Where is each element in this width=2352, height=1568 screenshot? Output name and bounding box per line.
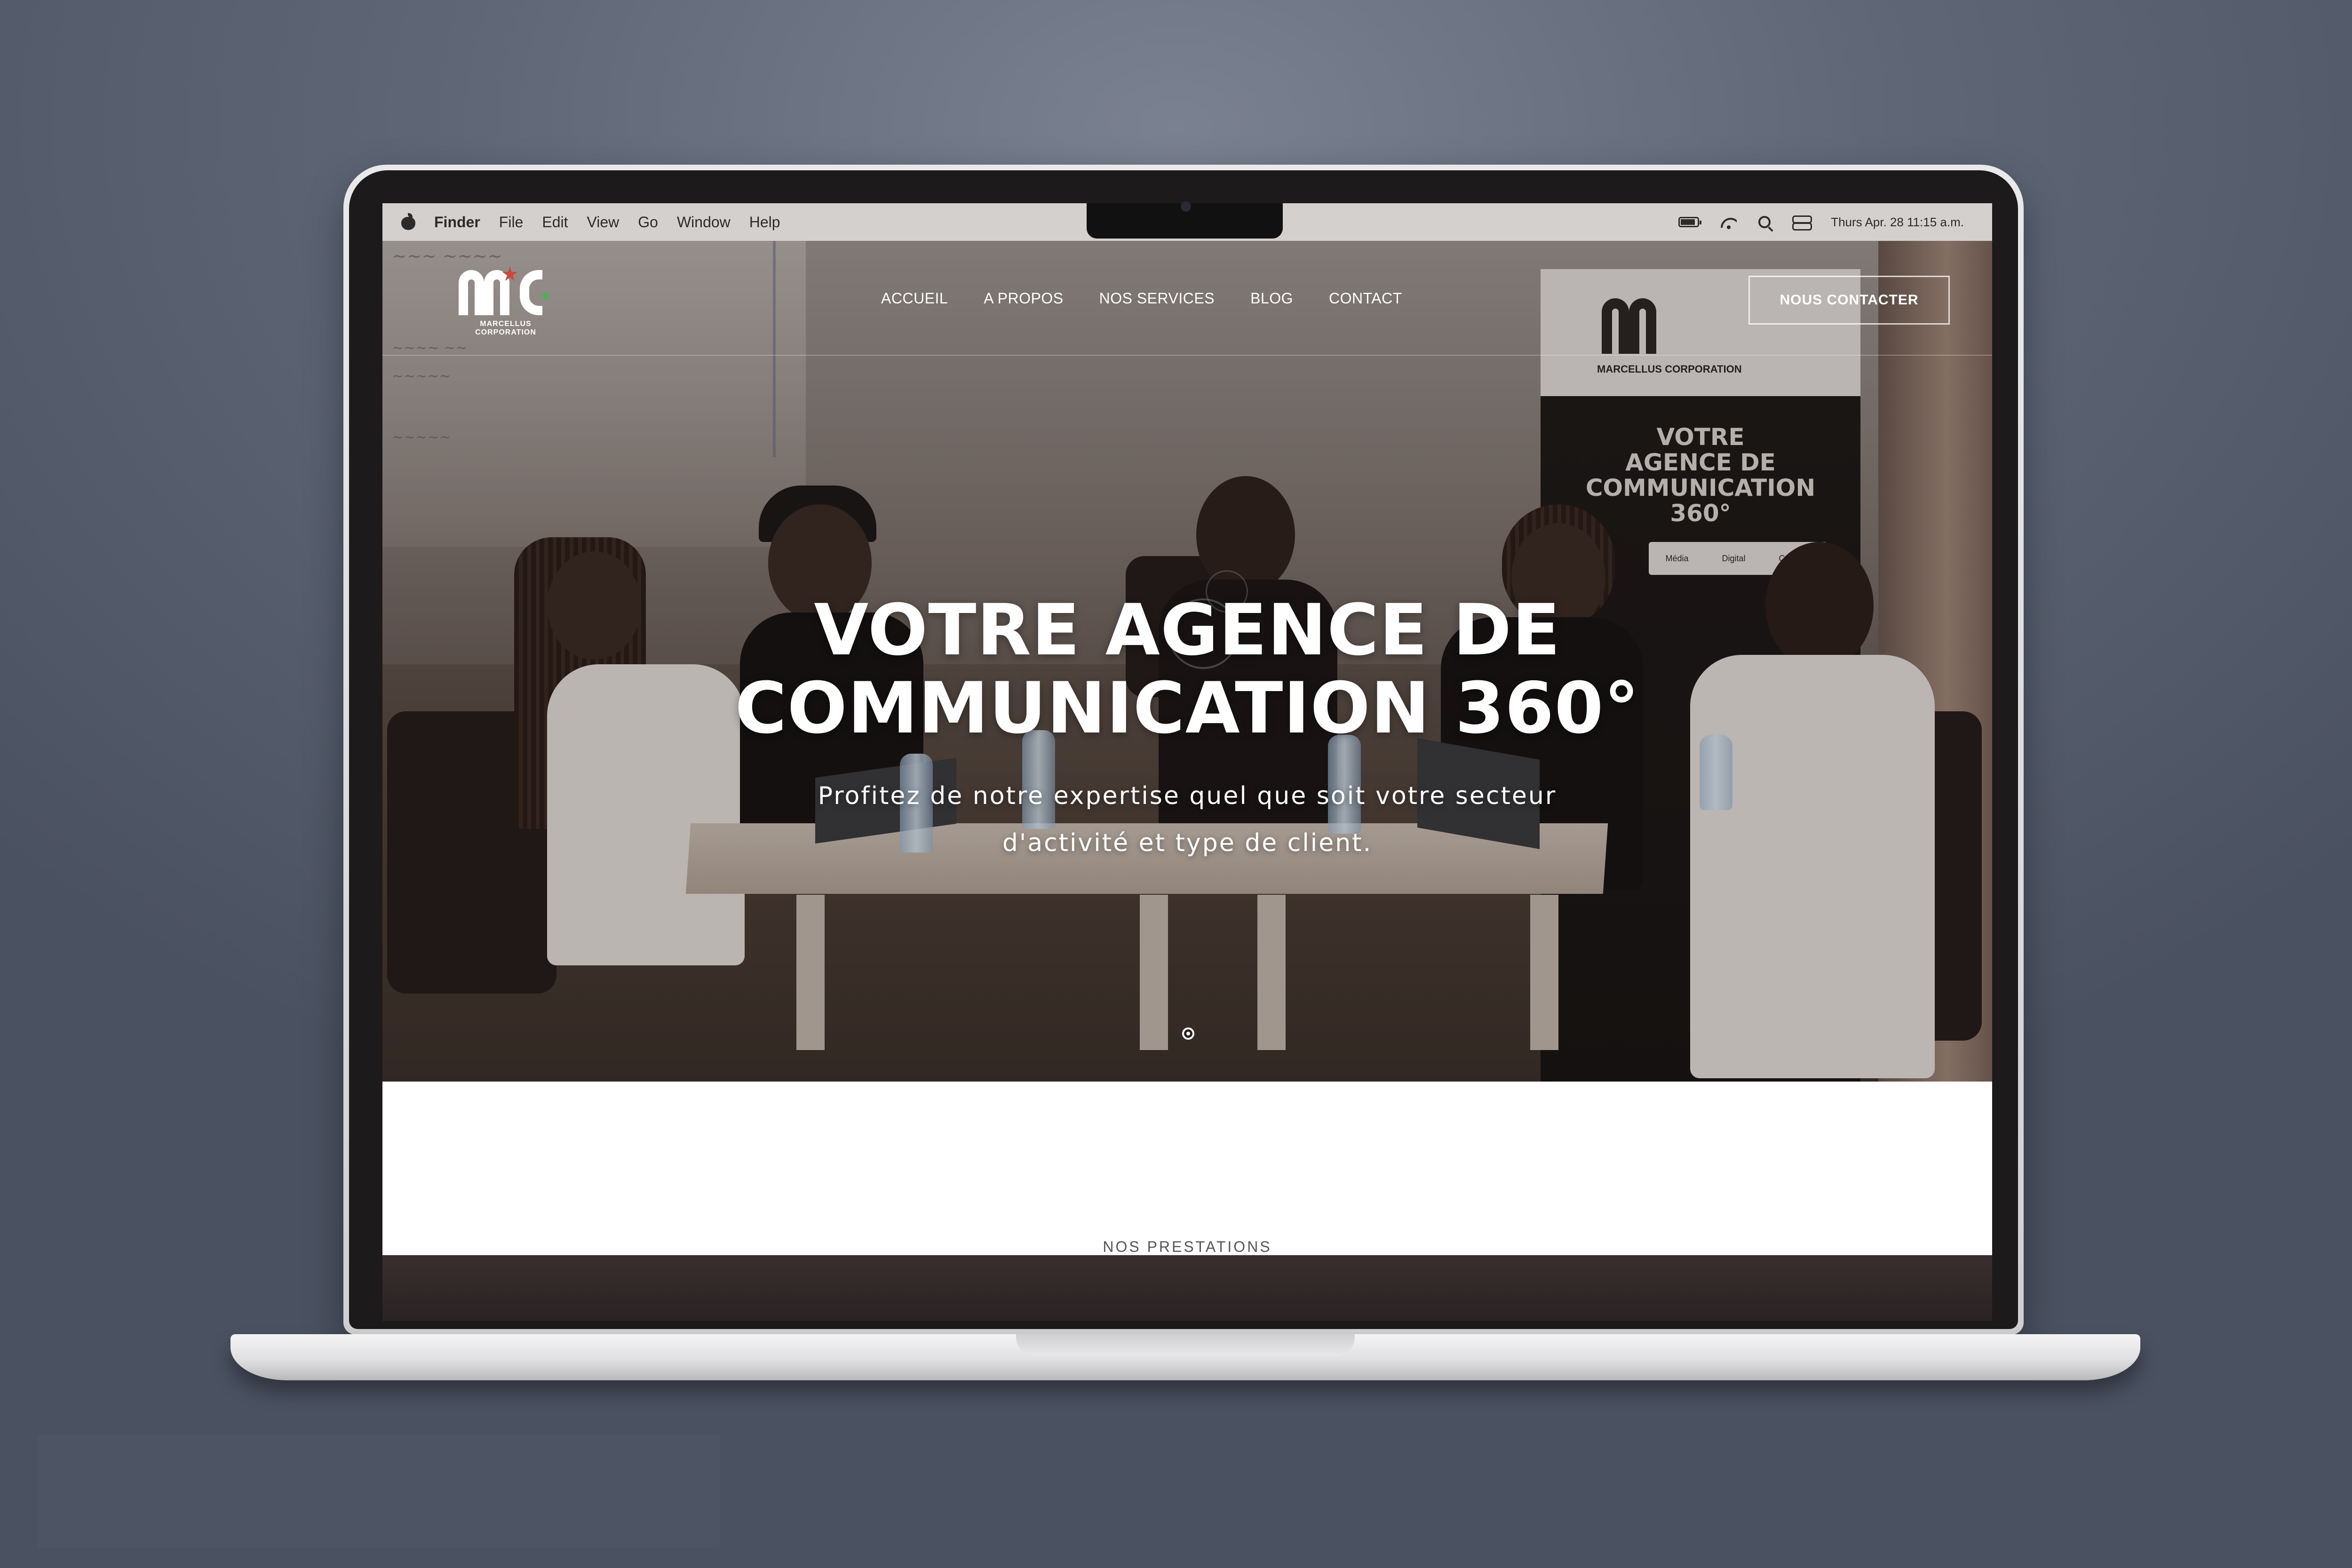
nav-item-nos-services[interactable]: NOS SERVICES — [1099, 290, 1215, 307]
logo-dot — [542, 293, 549, 299]
hero-subtitle: Profitez de notre expertise quel que soi… — [818, 782, 1557, 857]
site-header: MARCELLUS CORPORATION ACCUEIL A PROPOS N… — [382, 241, 1992, 356]
control-center-icon[interactable] — [1792, 215, 1812, 231]
nav-item-a-propos[interactable]: A PROPOS — [984, 290, 1063, 307]
hero-section: ~~~ ~~~~ ~~~~ ~~ ~~~~~ ~~~~~ MARCELLUS C… — [382, 241, 1992, 1082]
menubar-app-name[interactable]: Finder — [434, 214, 480, 231]
menubar-item-window[interactable]: Window — [677, 214, 731, 231]
laptop-hinge — [1016, 1334, 1355, 1356]
wifi-icon[interactable] — [1721, 214, 1737, 230]
hero-title: VOTRE AGENCE DE COMMUNICATION 360° — [735, 589, 1640, 749]
battery-icon[interactable] — [1678, 217, 1702, 227]
menubar-item-go[interactable]: Go — [638, 214, 658, 231]
main-nav: ACCUEIL A PROPOS NOS SERVICES BLOG CONTA… — [881, 241, 1402, 356]
menubar-item-file[interactable]: File — [499, 214, 524, 231]
menubar-item-help[interactable]: Help — [749, 214, 780, 231]
apple-icon[interactable] — [401, 213, 415, 230]
nav-item-contact[interactable]: CONTACT — [1329, 290, 1402, 307]
menubar-status-area: Thurs Apr. 28 11:15 a.m. — [1678, 203, 1964, 241]
camera-icon — [1181, 201, 1191, 212]
section-label: NOS PRESTATIONS — [1103, 1238, 1272, 1255]
menubar-item-view[interactable]: View — [587, 214, 619, 231]
logo-arch — [459, 270, 484, 315]
logo-text: MARCELLUS CORPORATION — [475, 320, 536, 336]
nav-item-accueil[interactable]: ACCUEIL — [881, 290, 948, 307]
laptop-screen: Finder File Edit View Go Window Help Thu… — [382, 203, 1992, 1255]
laptop-chin — [382, 1255, 1992, 1321]
background-shadow — [38, 1435, 720, 1548]
contact-cta-button[interactable]: NOUS CONTACTER — [1748, 276, 1950, 325]
site-logo[interactable]: MARCELLUS CORPORATION — [449, 265, 562, 336]
logo-arch — [484, 270, 509, 315]
logo-arch — [520, 270, 542, 315]
nav-item-blog[interactable]: BLOG — [1250, 290, 1293, 307]
search-icon[interactable] — [1758, 216, 1771, 228]
slider-dot-icon[interactable] — [1182, 1027, 1194, 1040]
menubar-clock[interactable]: Thurs Apr. 28 11:15 a.m. — [1831, 215, 1964, 230]
menubar-item-edit[interactable]: Edit — [542, 214, 568, 231]
